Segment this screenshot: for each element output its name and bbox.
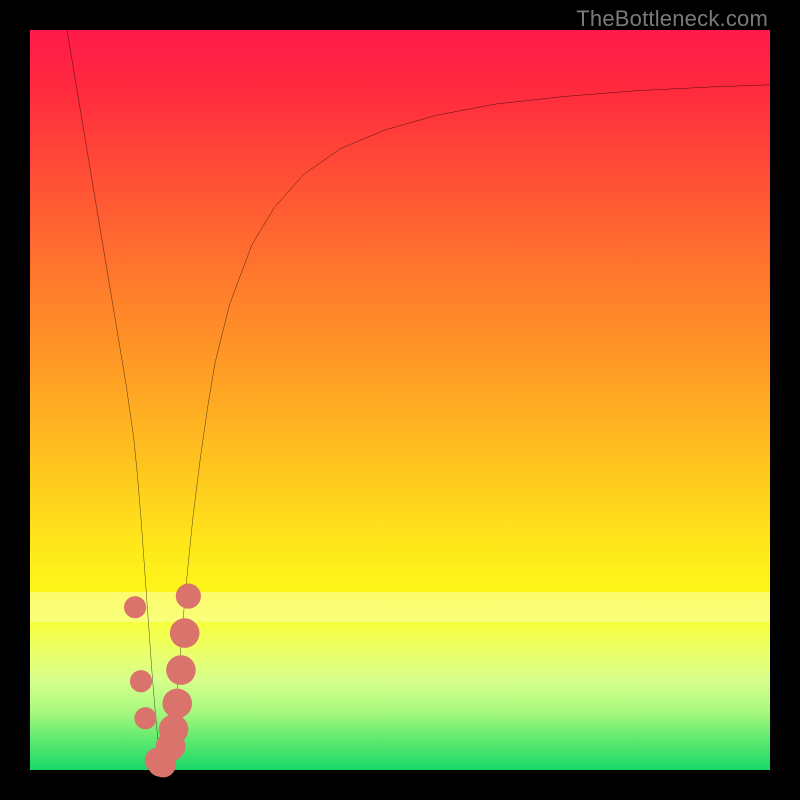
marker-dot [159,715,189,745]
marker-dot [176,584,201,609]
marker-dot [124,596,146,618]
marker-dot [134,707,156,729]
bottleneck-curve [67,30,770,766]
curve-svg [30,30,770,770]
plot-area [30,30,770,770]
chart-frame: TheBottleneck.com [0,0,800,800]
marker-group [124,584,201,778]
marker-dot [166,655,196,685]
marker-dot [170,618,200,648]
marker-dot [130,670,152,692]
marker-dot [162,689,192,719]
watermark-text: TheBottleneck.com [576,6,768,32]
